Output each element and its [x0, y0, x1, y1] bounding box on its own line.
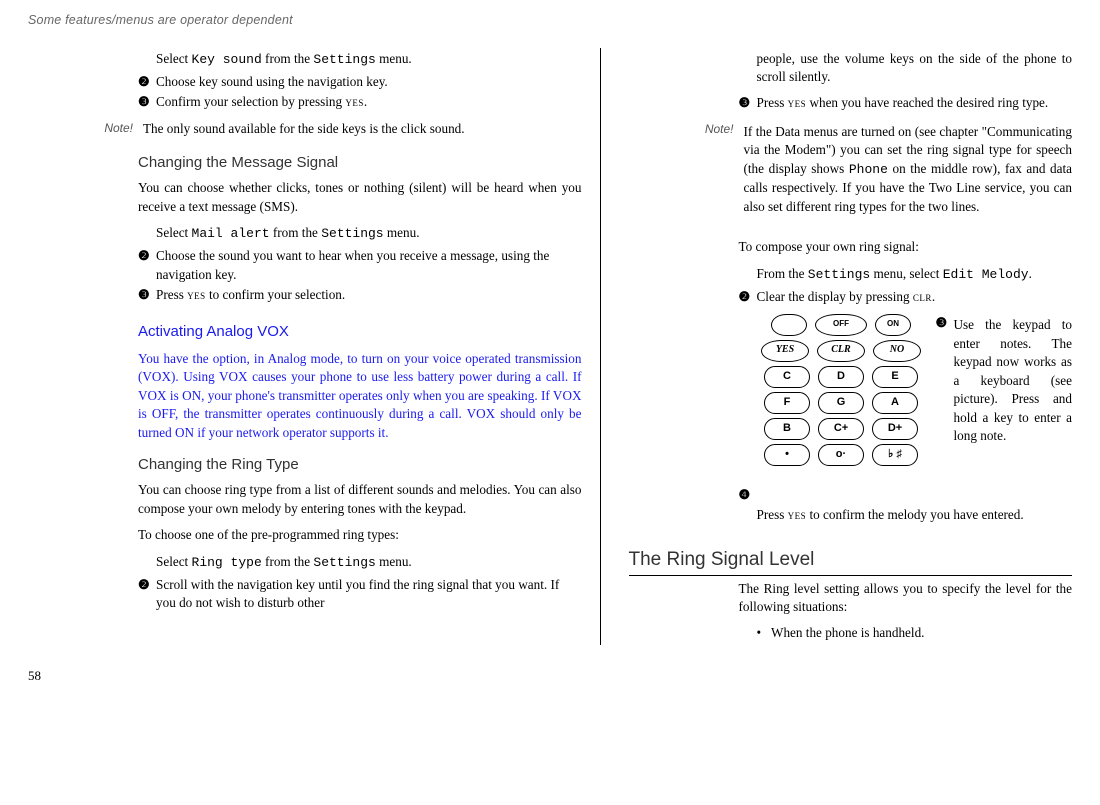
bullet-3-icon: ❸	[739, 94, 757, 112]
heading-analog-vox: Activating Analog VOX	[138, 321, 582, 342]
bullet-4-icon: ❹	[739, 486, 757, 504]
bullet-2-icon: ❷	[739, 288, 757, 306]
step-text: Press yes to confirm your selection.	[156, 286, 582, 304]
bullet-2-icon: ❷	[138, 576, 156, 613]
keypad-illustration: OFFON YESCLRNO CDE FGA BC+D+ •o·♭ ♯	[739, 312, 944, 468]
step-text: Scroll with the navigation key until you…	[156, 576, 582, 613]
page-number: 58	[28, 667, 1072, 685]
note-text: If the Data menus are turned on (see cha…	[744, 123, 1073, 216]
columns: Select Key sound from the Settings menu.…	[28, 48, 1072, 645]
operator-note: Some features/menus are operator depende…	[28, 12, 1072, 30]
note-label: Note!	[83, 120, 143, 138]
heading-message-signal: Changing the Message Signal	[138, 152, 582, 173]
paragraph: You can choose whether clicks, tones or …	[138, 179, 582, 216]
step-text: Press yes when you have reached the desi…	[757, 94, 1073, 112]
step-text: Confirm your selection by pressing yes.	[156, 93, 582, 111]
step-text: Clear the display by pressing clr.	[757, 288, 1073, 306]
note-label: Note!	[684, 121, 744, 224]
bullet-3-icon: ❸	[936, 314, 954, 453]
bullet-3-icon: ❸	[138, 93, 156, 111]
continued-text: people, use the volume keys on the side …	[757, 50, 1073, 87]
heading-ring-signal-level: The Ring Signal Level	[629, 547, 1073, 576]
step-text: Choose key sound using the navigation ke…	[156, 73, 582, 91]
select-mailalert: Select Mail alert from the Settings menu…	[156, 224, 582, 243]
select-ringtype: Select Ring type from the Settings menu.	[156, 553, 582, 572]
list-item: • When the phone is handheld.	[757, 624, 1073, 642]
left-column: Select Key sound from the Settings menu.…	[28, 48, 601, 645]
step-text: Use the keypad to enter notes. The keypa…	[954, 316, 1073, 445]
paragraph-vox: You have the option, in Analog mode, to …	[138, 350, 582, 442]
paragraph: To choose one of the pre-programmed ring…	[138, 526, 582, 544]
select-keysound: Select Key sound from the Settings menu.	[156, 50, 582, 69]
step-text: Press yes to confirm the melody you have…	[757, 506, 1073, 524]
paragraph: You can choose ring type from a list of …	[138, 481, 582, 518]
paragraph: To compose your own ring signal:	[739, 238, 1073, 256]
bullet-3-icon: ❸	[138, 286, 156, 304]
heading-ring-type: Changing the Ring Type	[138, 454, 582, 475]
note-text: The only sound available for the side ke…	[143, 120, 582, 138]
bullet-2-icon: ❷	[138, 73, 156, 91]
bullet-2-icon: ❷	[138, 247, 156, 284]
paragraph: The Ring level setting allows you to spe…	[739, 580, 1073, 617]
select-editmelody: From the Settings menu, select Edit Melo…	[757, 265, 1073, 284]
right-column: people, use the volume keys on the side …	[601, 48, 1073, 645]
step-text: Choose the sound you want to hear when y…	[156, 247, 582, 284]
